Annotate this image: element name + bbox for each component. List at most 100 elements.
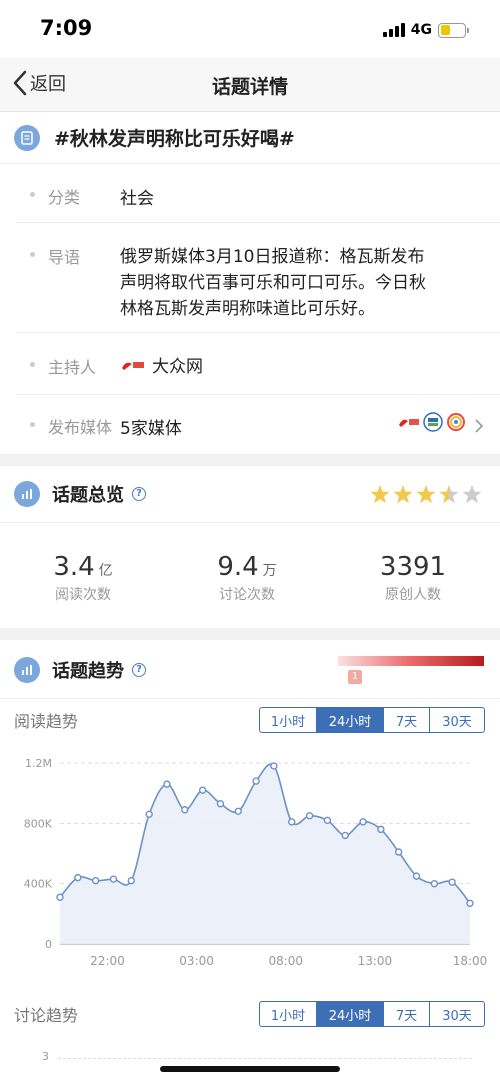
trend-title: 话题趋势 bbox=[52, 661, 124, 682]
range-tab-7d[interactable]: 7天 bbox=[384, 1002, 430, 1026]
section-gap bbox=[0, 628, 500, 640]
host-label: 主持人 bbox=[48, 358, 97, 377]
discussion-trend-label: 讨论趋势 bbox=[14, 1006, 79, 1025]
stat-originals-number: 3391 bbox=[379, 552, 447, 582]
stat-discussions-label: 讨论次数 bbox=[219, 587, 275, 603]
data-point bbox=[74, 873, 82, 882]
trend-chart-icon bbox=[14, 657, 40, 683]
data-point bbox=[323, 816, 332, 825]
discussion-range-selector: 1小时 24小时 7天 30天 bbox=[259, 1001, 485, 1027]
topic-header: #秋林发声明称比可乐好喝# bbox=[0, 112, 500, 164]
section-gap bbox=[0, 454, 500, 466]
star-icon bbox=[416, 485, 436, 504]
intro-line: 俄罗斯媒体3月10日报道称：格瓦斯发布 bbox=[120, 247, 425, 267]
data-point bbox=[252, 777, 260, 785]
media-logos bbox=[398, 412, 466, 432]
range-tab-1h[interactable]: 1小时 bbox=[260, 1002, 317, 1026]
data-point bbox=[56, 893, 64, 901]
bar-chart-icon bbox=[14, 481, 40, 507]
data-point bbox=[466, 899, 474, 907]
media-label: 发布媒体 bbox=[48, 418, 113, 437]
range-tab-1h[interactable]: 1小时 bbox=[260, 708, 317, 732]
data-point bbox=[145, 810, 153, 818]
trend-header: 话题趋势 ? bbox=[0, 642, 500, 698]
y-tick-label: 0 bbox=[45, 938, 52, 951]
document-icon bbox=[14, 124, 40, 151]
data-point bbox=[234, 807, 242, 815]
range-tab-30d[interactable]: 30天 bbox=[430, 708, 484, 732]
help-icon[interactable]: ? bbox=[132, 487, 146, 501]
intro-label: 导语 bbox=[48, 248, 81, 267]
range-tab-30d[interactable]: 30天 bbox=[430, 1002, 484, 1026]
data-point bbox=[412, 872, 421, 880]
rating-stars bbox=[369, 484, 484, 506]
reading-trend-label: 阅读趋势 bbox=[14, 712, 79, 731]
heat-scale-bar bbox=[338, 656, 484, 666]
stat-discussions: 9.4 万 讨论次数 bbox=[172, 552, 322, 604]
media-logo-icon bbox=[423, 412, 443, 432]
host-value: 大众网 bbox=[152, 357, 203, 377]
reading-range-selector: 1小时 24小时 7天 30天 bbox=[259, 707, 485, 733]
reading-trend-chart: 0 400K 800K 1.2M 22:00 03:00 08:00 13:00 18:00 bbox=[24, 757, 488, 968]
data-point bbox=[216, 800, 225, 808]
media-row[interactable]: 发布媒体 5家媒体 bbox=[0, 394, 500, 454]
range-tab-24h[interactable]: 24小时 bbox=[317, 1002, 384, 1026]
intro-text: 俄罗斯媒体3月10日报道称：格瓦斯发布 声明将取代百事可乐和可口可乐。今日秋 林… bbox=[120, 244, 480, 322]
bullet-icon bbox=[30, 422, 35, 427]
stat-discussions-number: 9.4 bbox=[217, 552, 259, 582]
bullet-icon bbox=[30, 252, 35, 257]
data-point bbox=[305, 812, 314, 820]
data-point bbox=[359, 818, 367, 826]
series-area bbox=[60, 764, 470, 944]
category-value: 社会 bbox=[120, 189, 154, 209]
chevron-right-icon bbox=[475, 419, 484, 433]
bullet-icon bbox=[30, 362, 35, 367]
x-tick-label: 03:00 bbox=[179, 954, 214, 968]
divider bbox=[0, 698, 500, 699]
stat-reads-number: 3.4 bbox=[53, 552, 95, 582]
data-point bbox=[394, 848, 403, 856]
data-point bbox=[448, 878, 456, 886]
navigation-bar: 返回 话题详情 bbox=[0, 58, 500, 112]
host-logo-icon bbox=[122, 361, 144, 370]
heat-marker: 1 bbox=[348, 670, 362, 684]
battery-icon bbox=[438, 22, 469, 38]
data-point bbox=[127, 876, 136, 885]
data-point bbox=[288, 818, 296, 826]
status-time: 7:09 bbox=[40, 16, 93, 40]
bullet-icon bbox=[30, 192, 35, 197]
intro-line: 声明将取代百事可乐和可口可乐。今日秋 bbox=[120, 273, 426, 293]
stat-reads-unit: 亿 bbox=[98, 563, 113, 579]
data-point bbox=[163, 780, 171, 788]
data-point bbox=[341, 831, 349, 840]
stat-reads: 3.4 亿 阅读次数 bbox=[8, 552, 158, 604]
media-value: 5家媒体 bbox=[120, 419, 182, 439]
divider bbox=[16, 222, 500, 223]
data-point bbox=[109, 875, 118, 883]
x-tick-label: 08:00 bbox=[268, 954, 303, 968]
topic-title: #秋林发声明称比可乐好喝# bbox=[54, 128, 295, 150]
range-tab-7d[interactable]: 7天 bbox=[384, 708, 430, 732]
status-bar: 7:09 4G bbox=[0, 0, 500, 58]
host-row[interactable]: 大众网 bbox=[120, 352, 203, 377]
gridline bbox=[58, 1058, 472, 1059]
y-tick-label: 1.2M bbox=[25, 757, 52, 770]
data-point bbox=[377, 825, 385, 834]
stat-discussions-unit: 万 bbox=[262, 563, 277, 579]
stat-originals: 3391 原创人数 bbox=[338, 552, 488, 604]
y-tick-label: 800K bbox=[24, 817, 53, 830]
star-icon bbox=[439, 485, 459, 504]
media-logo-icon bbox=[399, 419, 419, 427]
category-label: 分类 bbox=[48, 188, 81, 207]
x-tick-label: 13:00 bbox=[358, 954, 393, 968]
star-icon bbox=[370, 485, 390, 504]
stat-reads-label: 阅读次数 bbox=[55, 587, 111, 603]
data-point bbox=[91, 876, 100, 885]
y-tick-label: 400K bbox=[24, 878, 53, 891]
data-point bbox=[181, 806, 189, 814]
star-icon bbox=[462, 485, 482, 504]
x-tick-label: 18:00 bbox=[453, 954, 488, 968]
help-icon[interactable]: ? bbox=[132, 663, 146, 677]
range-tab-24h[interactable]: 24小时 bbox=[317, 708, 384, 732]
intro-line: 林格瓦斯发声明称味道比可乐好。 bbox=[120, 299, 375, 319]
